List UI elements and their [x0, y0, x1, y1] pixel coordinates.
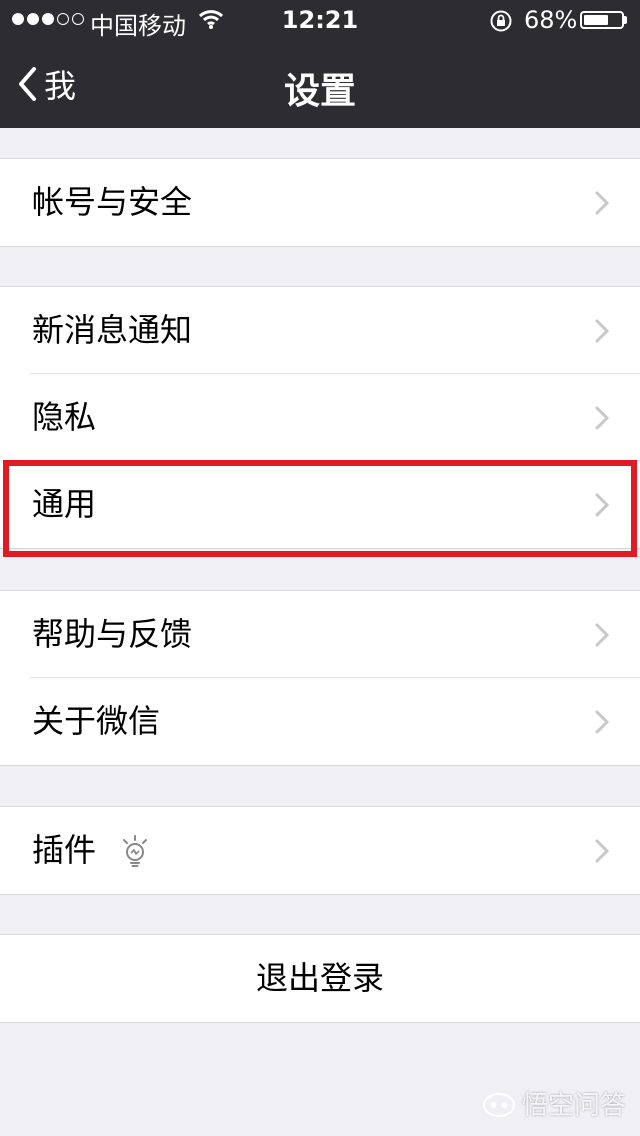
settings-item-label: 新消息通知: [32, 311, 193, 349]
chevron-right-icon: [595, 710, 610, 734]
rotation-lock-icon: [489, 9, 513, 39]
battery-fill: [584, 15, 608, 25]
chevron-right-icon: [595, 406, 610, 430]
settings-item-about-wechat[interactable]: 关于微信: [0, 678, 640, 765]
battery-icon: [580, 11, 624, 29]
settings-item-label: 关于微信: [32, 702, 161, 740]
settings-item-notifications[interactable]: 新消息通知: [0, 287, 640, 374]
settings-item-privacy[interactable]: 隐私: [0, 374, 640, 461]
settings-item-plugins[interactable]: 插件: [0, 807, 640, 894]
wukong-logo-icon: [482, 1092, 516, 1117]
settings-item-label: 通用: [32, 485, 97, 523]
top-bar: 中国移动 12:21 68% 我 设置: [0, 0, 640, 128]
settings-item-general[interactable]: 通用: [0, 461, 640, 548]
logout-group: 退出登录: [0, 934, 640, 1023]
settings-group-account: 帐号与安全: [0, 158, 640, 247]
settings-group-general: 新消息通知 隐私 通用: [0, 286, 640, 549]
page-title: 设置: [283, 71, 356, 112]
settings-group-about: 帮助与反馈 关于微信: [0, 590, 640, 766]
chevron-right-icon: [595, 839, 610, 863]
settings-item-label: 隐私: [32, 398, 97, 436]
logout-button[interactable]: 退出登录: [0, 935, 640, 1022]
settings-item-label: 帐号与安全: [32, 183, 193, 221]
settings-item-account-security[interactable]: 帐号与安全: [0, 159, 640, 246]
chevron-right-icon: [595, 191, 610, 215]
status-bar: 中国移动 12:21 68%: [0, 0, 640, 40]
settings-group-plugins: 插件: [0, 806, 640, 895]
chevron-right-icon: [595, 493, 610, 517]
chevron-right-icon: [595, 623, 610, 647]
settings-item-help-feedback[interactable]: 帮助与反馈: [0, 591, 640, 678]
lightbulb-icon: [123, 835, 147, 867]
settings-item-label: 帮助与反馈: [32, 615, 193, 653]
navigation-bar: 我 设置: [0, 40, 640, 128]
battery-percent: 68%: [524, 6, 578, 34]
battery-tip: [624, 16, 627, 24]
chevron-right-icon: [595, 319, 610, 343]
settings-item-label: 插件: [32, 831, 97, 869]
watermark: 悟空问答: [482, 1085, 626, 1122]
watermark-text: 悟空问答: [521, 1091, 626, 1121]
